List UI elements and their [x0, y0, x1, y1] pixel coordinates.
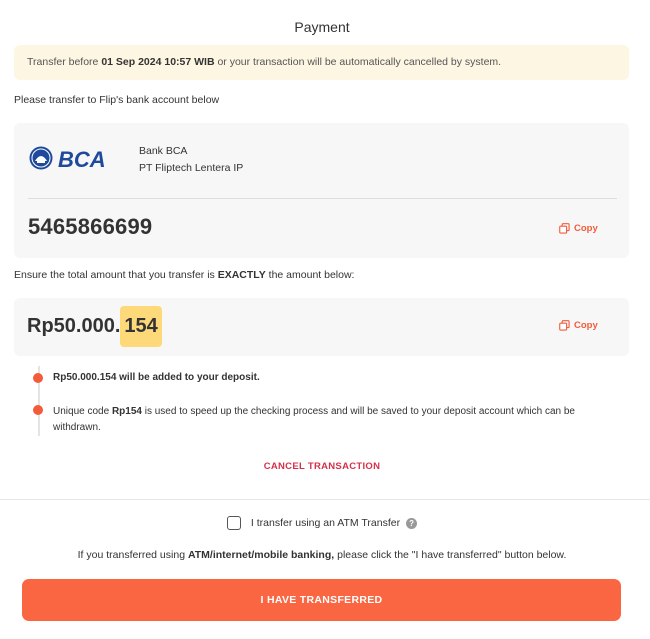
bca-logo: BCA: [29, 146, 106, 172]
ensure-amount-text: Ensure the total amount that you transfe…: [14, 269, 354, 281]
bullet-dot: [33, 405, 43, 415]
account-number: 5465866699: [28, 214, 153, 239]
atm-transfer-checkbox[interactable]: [226, 516, 241, 530]
divider: [0, 499, 650, 500]
warning-deadline: 01 Sep 2024 10:57 WIB: [101, 56, 215, 68]
ensure-emphasis: EXACTLY: [217, 269, 266, 281]
copy-icon: [559, 320, 570, 331]
bank-account-card: BCA Bank BCA PT Fliptech Lentera IP 5465…: [14, 123, 629, 258]
page-title: Payment: [294, 19, 350, 35]
hint-prefix: If you transferred using: [77, 549, 188, 561]
unique-code-note: Unique code Rp154 is used to speed up th…: [53, 404, 613, 436]
atm-transfer-label[interactable]: I transfer using an ATM Transfer: [251, 517, 400, 529]
atm-transfer-option: I transfer using an ATM Transfer ?: [0, 516, 644, 530]
copy-label: Copy: [574, 320, 598, 331]
bca-logo-text: BCA: [58, 147, 106, 172]
amount-main: Rp50.000.: [27, 315, 121, 337]
deadline-warning-banner: Transfer before 01 Sep 2024 10:57 WIB or…: [14, 45, 629, 80]
ensure-prefix: Ensure the total amount that you transfe…: [14, 269, 218, 281]
deposit-note: Rp50.000.154 will be added to your depos…: [53, 372, 260, 383]
hint-emphasis: ATM/internet/mobile banking,: [187, 549, 335, 561]
i-have-transferred-button[interactable]: I HAVE TRANSFERRED: [22, 579, 621, 621]
amount-unique-code: 154: [120, 306, 162, 347]
warning-prefix: Transfer before: [27, 56, 102, 68]
warning-suffix: or your transaction will be automaticall…: [214, 56, 502, 68]
help-icon[interactable]: ?: [406, 517, 418, 529]
bank-account-owner: PT Fliptech Lentera IP: [139, 162, 244, 174]
cancel-transaction-button[interactable]: CANCEL TRANSACTION: [0, 461, 644, 472]
transfer-amount: Rp50.000. 154: [27, 306, 162, 347]
transfer-instruction: Please transfer to Flip's bank account b…: [14, 94, 220, 106]
amount-card: Rp50.000. 154 Copy: [14, 298, 629, 356]
ensure-suffix: the amount below:: [265, 269, 355, 281]
copy-amount-button[interactable]: Copy: [559, 320, 598, 331]
copy-label: Copy: [574, 223, 598, 234]
bank-name: Bank BCA: [139, 145, 188, 157]
note2-prefix: Unique code: [53, 406, 112, 417]
hint-suffix: please click the "I have transferred" bu…: [334, 549, 567, 561]
transfer-confirmation-hint: If you transferred using ATM/internet/mo…: [0, 549, 644, 561]
divider: [28, 198, 617, 199]
bullet-dot: [33, 373, 43, 383]
copy-icon: [559, 223, 570, 234]
copy-account-number-button[interactable]: Copy: [559, 223, 598, 234]
note2-code: Rp154: [111, 406, 142, 417]
